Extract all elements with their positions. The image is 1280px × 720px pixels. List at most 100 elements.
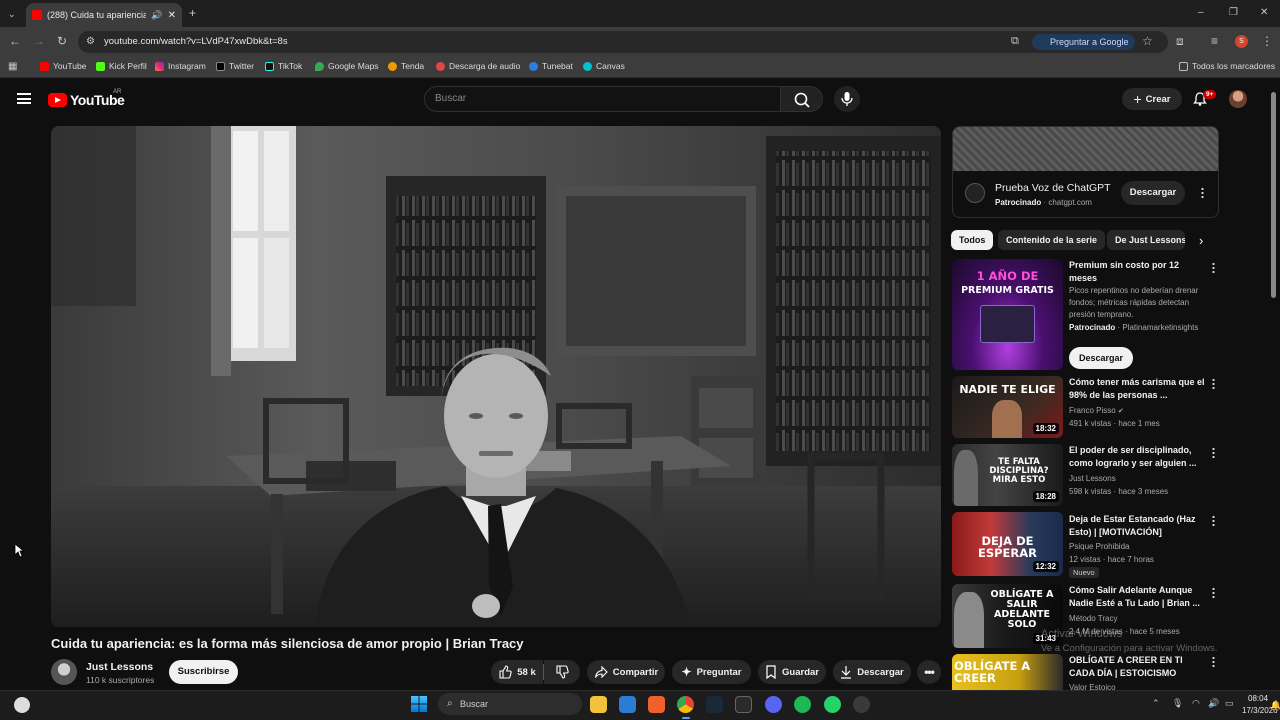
rec-menu-icon[interactable] — [1212, 587, 1215, 599]
tab-search-icon[interactable]: ⌄ — [8, 8, 16, 20]
bookmark-youtube[interactable]: YouTube — [40, 61, 86, 71]
ad-menu-icon[interactable] — [1201, 187, 1204, 199]
voice-search-button[interactable] — [834, 86, 860, 112]
channel-name[interactable]: Just Lessons — [86, 661, 153, 673]
ad-download-button[interactable]: Descargar — [1121, 181, 1185, 205]
profile-avatar[interactable]: S — [1235, 35, 1248, 48]
discord-icon[interactable] — [765, 696, 782, 713]
rec-title[interactable]: El poder de ser disciplinado, como logra… — [1069, 444, 1209, 470]
window-close-icon[interactable]: ✕ — [1260, 7, 1268, 19]
bookmark-canvas[interactable]: Canvas — [583, 61, 625, 71]
steam-icon[interactable] — [706, 696, 723, 713]
brave-icon[interactable] — [648, 696, 665, 713]
folder-icon — [1179, 61, 1188, 71]
minimize-icon[interactable]: – — [1198, 7, 1204, 19]
bookmark-google-maps[interactable]: Google Maps — [315, 61, 379, 71]
bookmark-star-icon[interactable]: ☆ — [1142, 35, 1153, 47]
more-actions-button[interactable]: ••• — [917, 660, 941, 684]
chip-serie[interactable]: Contenido de la serie — [998, 230, 1106, 250]
bookmark-tunebat[interactable]: Tunebat — [529, 61, 573, 71]
like-button[interactable]: 58 k — [491, 660, 543, 684]
bookmark-twitter[interactable]: Twitter — [216, 61, 254, 71]
chip-todos[interactable]: Todos — [951, 230, 994, 250]
bookmark-descarga-audio[interactable]: Descarga de audio — [436, 61, 520, 71]
sponsored-ad-card[interactable]: Prueba Voz de ChatGPT Patrocinado · chat… — [952, 126, 1219, 218]
weather-widget-icon[interactable] — [14, 697, 30, 713]
chip-just-lessons[interactable]: De Just Lessons — [1107, 230, 1185, 250]
rec-title[interactable]: Deja de Estar Estancado (Haz Esto) | [MO… — [1069, 513, 1209, 539]
subscribe-button[interactable]: Suscribirse — [169, 660, 238, 684]
download-button[interactable]: Descargar — [833, 660, 911, 684]
rec-channel[interactable]: Just Lessons — [1069, 472, 1209, 485]
restore-icon[interactable]: ❐ — [1229, 7, 1238, 19]
video-thumbnail[interactable]: DEJA DE ESPERAR 12:32 — [952, 512, 1063, 576]
apps-grid-icon[interactable]: ▦ — [8, 61, 17, 73]
file-explorer-icon[interactable] — [590, 696, 607, 713]
video-player[interactable] — [51, 126, 941, 627]
microsoft-store-icon[interactable] — [619, 696, 636, 713]
account-avatar[interactable] — [1229, 90, 1247, 108]
search-input[interactable]: Buscar — [424, 86, 781, 112]
wifi-icon[interactable]: ◠ — [1192, 698, 1200, 709]
rec-channel[interactable]: Franco Pisso ✔ — [1069, 404, 1209, 418]
chrome-icon[interactable] — [677, 696, 694, 713]
video-thumbnail[interactable]: NADIE TE ELIGE 18:32 — [952, 376, 1063, 438]
ask-button[interactable]: ✦ Preguntar — [672, 660, 751, 684]
promo-title[interactable]: Premium sin costo por 12 meses — [1069, 259, 1209, 285]
rec-menu-icon[interactable] — [1212, 378, 1215, 390]
video-thumbnail[interactable]: TE FALTA DISCIPLINA? MIRA ESTO 18:28 — [952, 444, 1063, 506]
channel-avatar[interactable] — [51, 659, 77, 685]
promo-download-button[interactable]: Descargar — [1069, 347, 1133, 369]
page-scrollbar[interactable] — [1271, 92, 1276, 298]
rec-channel[interactable]: Valor Estoico — [1069, 681, 1209, 690]
bookmark-tiktok[interactable]: TikTok — [265, 61, 302, 71]
rec-menu-icon[interactable] — [1212, 515, 1215, 527]
reading-list-icon[interactable]: ≡ — [1211, 35, 1218, 47]
chatgpt-logo-icon — [965, 183, 985, 203]
new-tab-icon[interactable]: + — [189, 7, 196, 19]
reload-icon[interactable]: ↻ — [57, 35, 67, 47]
search-button[interactable] — [781, 86, 823, 112]
promo-thumbnail[interactable]: 1 AÑO DE PREMIUM GRATIS — [952, 259, 1063, 370]
bookmark-kick[interactable]: Kick Perfil — [96, 61, 147, 71]
rec-title[interactable]: Cómo tener más carisma que el 98% de las… — [1069, 376, 1209, 402]
tab-close-icon[interactable]: ✕ — [168, 10, 176, 21]
rec-title[interactable]: OBLÍGATE A CREER EN TI CADA DÍA | ESTOIC… — [1069, 654, 1209, 680]
dislike-button[interactable] — [544, 660, 580, 684]
notification-center-icon[interactable]: 🔔 — [1270, 700, 1280, 711]
video-thumbnail[interactable]: OBLÍGATE A CREER — [952, 654, 1063, 690]
ask-google-button[interactable]: Preguntar a Google — [1032, 34, 1135, 50]
rec-channel[interactable]: Psique Prohibida — [1069, 540, 1209, 553]
guide-menu-icon[interactable] — [17, 93, 31, 104]
browser-tab[interactable]: (288) Cuida tu apariencia: e 🔊 ✕ — [26, 3, 182, 27]
install-app-icon[interactable]: ⧉ — [1011, 35, 1019, 47]
rec-title[interactable]: Cómo Salir Adelante Aunque Nadie Esté a … — [1069, 584, 1209, 610]
share-button[interactable]: Compartir — [587, 660, 665, 684]
whatsapp-icon[interactable] — [824, 696, 841, 713]
settings-gear-icon[interactable] — [853, 696, 870, 713]
extensions-icon[interactable]: ⧈ — [1176, 35, 1184, 47]
create-button[interactable]: + Crear — [1122, 88, 1182, 110]
volume-icon[interactable]: 🔊 — [1208, 698, 1219, 709]
promo-menu-icon[interactable] — [1212, 262, 1215, 274]
bookmark-instagram[interactable]: Instagram — [155, 61, 206, 71]
rec-menu-icon[interactable] — [1212, 656, 1215, 668]
url-text[interactable]: youtube.com/watch?v=LVdP47xwDbk&t=8s — [104, 36, 288, 47]
epic-games-icon[interactable] — [735, 696, 752, 713]
microphone-tray-icon[interactable]: 🎙 — [1172, 698, 1183, 709]
back-icon[interactable]: ← — [9, 35, 21, 47]
battery-icon[interactable]: ▭ — [1225, 698, 1234, 709]
spotify-icon[interactable] — [794, 696, 811, 713]
bookmark-tenda[interactable]: Tenda — [388, 61, 424, 71]
site-info-icon[interactable]: ⚙ — [86, 36, 95, 48]
taskbar-search-box[interactable]: Buscar — [438, 693, 582, 715]
rec-menu-icon[interactable] — [1212, 447, 1215, 459]
save-button[interactable]: Guardar — [758, 660, 826, 684]
forward-icon[interactable]: → — [33, 35, 45, 47]
all-bookmarks[interactable]: Todos los marcadores — [1179, 61, 1275, 71]
chevron-right-icon[interactable]: › — [1199, 233, 1203, 248]
tray-overflow-icon[interactable]: ⌃ — [1152, 698, 1160, 709]
taskbar-time[interactable]: 08:04 — [1248, 694, 1268, 703]
rec-channel[interactable]: Método Tracy — [1069, 612, 1209, 625]
browser-menu-icon[interactable]: ⋮ — [1261, 35, 1273, 47]
